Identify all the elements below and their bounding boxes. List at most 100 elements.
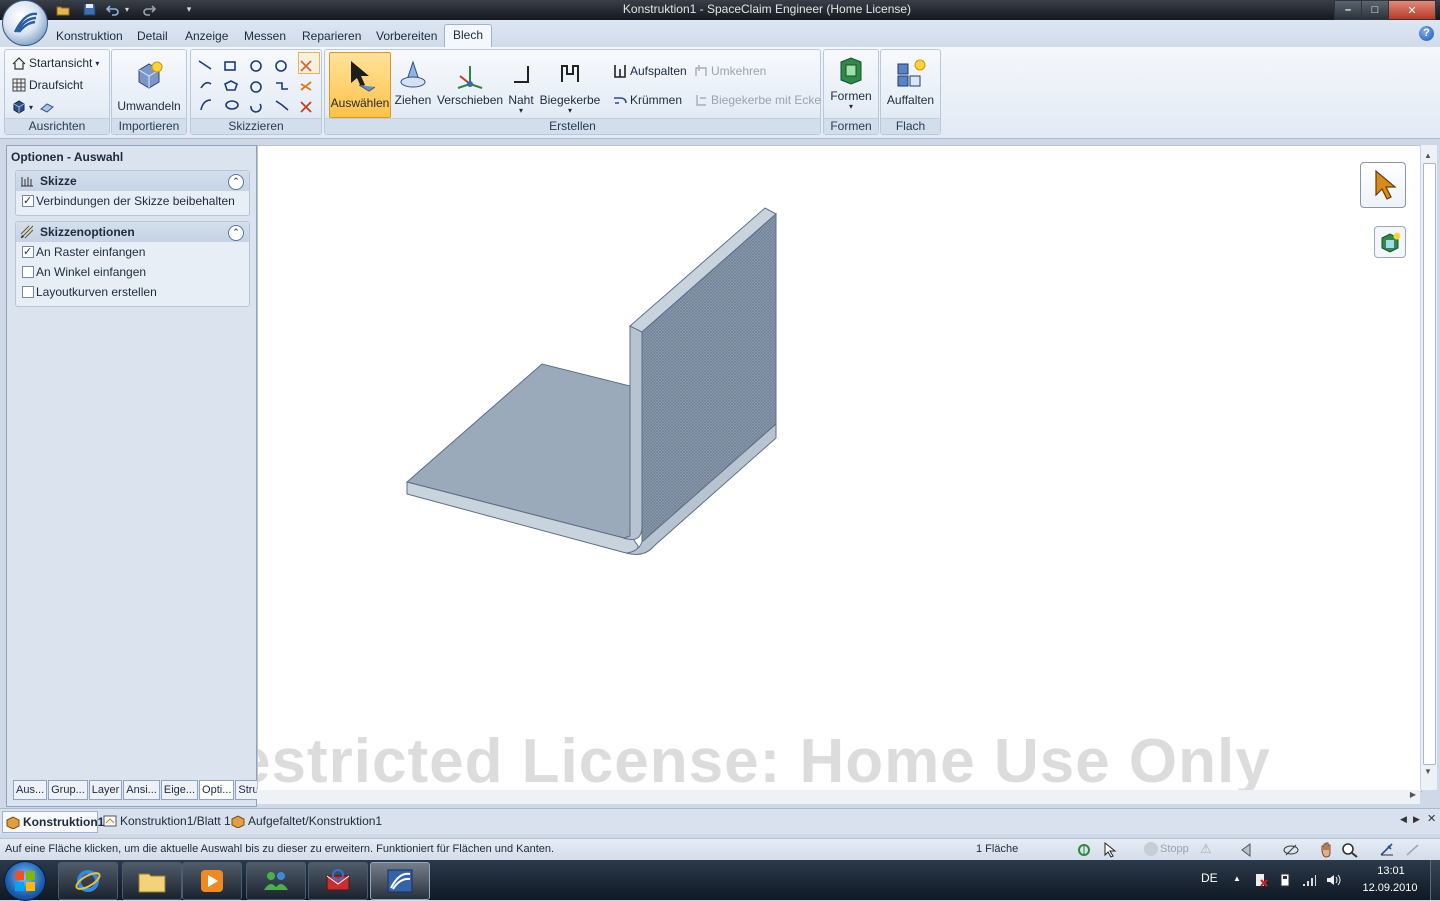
open-icon[interactable]: [54, 1, 72, 18]
scroll-up-icon[interactable]: ▲: [1424, 151, 1432, 160]
doctab-aufgefaltet[interactable]: Aufgefaltet/Konstruktion1: [228, 811, 394, 831]
biegekerbe-button[interactable]: Biegekerbe ▾: [539, 60, 601, 115]
tab-konstruktion[interactable]: Konstruktion: [48, 26, 131, 46]
tab-next-icon[interactable]: ▶: [1413, 814, 1420, 825]
section-header[interactable]: Skizzenoptionen ⌃: [16, 222, 249, 242]
component-button[interactable]: [1374, 226, 1406, 258]
panel-tab-gruppen[interactable]: Grup...: [48, 780, 88, 800]
checkbox-winkel[interactable]: An Winkel einfangen: [16, 262, 249, 282]
clock-time[interactable]: 13:01: [1366, 865, 1416, 877]
taskbar-spaceclaim[interactable]: [370, 862, 430, 900]
view-cube-button[interactable]: ▾: [12, 100, 54, 114]
language-indicator[interactable]: DE: [1201, 871, 1218, 885]
spaceclaim-logo-icon: [387, 869, 413, 893]
taskbar-messenger[interactable]: [246, 862, 306, 900]
panel-tab-eigenschaften[interactable]: Eige...: [160, 780, 199, 800]
scroll-down-icon[interactable]: ▼: [1424, 767, 1432, 776]
taskbar-ie[interactable]: [58, 862, 118, 900]
vertical-scrollbar[interactable]: ▲ ▼: [1420, 145, 1437, 790]
sketch-options-icon: [20, 225, 34, 239]
section-skizze: Skizze ⌃ Verbindungen der Skizze beibeha…: [15, 170, 250, 216]
start-button[interactable]: [4, 861, 46, 901]
component-icon: [1381, 232, 1401, 253]
action-center-icon[interactable]: [1253, 872, 1269, 888]
tab-reparieren[interactable]: Reparieren: [294, 26, 369, 46]
checkbox-raster[interactable]: An Raster einfangen: [16, 242, 249, 262]
scroll-right-icon[interactable]: ▶: [1410, 790, 1416, 799]
checkbox-icon[interactable]: [22, 242, 34, 262]
trim-button[interactable]: [298, 52, 320, 74]
tab-anzeige[interactable]: Anzeige: [177, 26, 236, 46]
app-menu-button[interactable]: [2, 0, 48, 46]
auffalten-button[interactable]: Auffalten: [881, 58, 940, 107]
help-icon[interactable]: ?: [1419, 26, 1434, 41]
tab-blech[interactable]: Blech: [444, 24, 493, 48]
draufsicht-button[interactable]: Draufsicht: [12, 78, 83, 92]
startansicht-button[interactable]: Startansicht ▾: [12, 56, 99, 70]
tray-expand-icon[interactable]: ▲: [1233, 874, 1241, 883]
zoom-icon[interactable]: [1341, 842, 1359, 858]
convert-icon: [138, 61, 163, 89]
checkbox-verbindungen[interactable]: Verbindungen der Skizze beibehalten: [16, 191, 249, 211]
tab-vorbereiten[interactable]: Vorbereiten: [368, 26, 445, 46]
stop-button[interactable]: Stopp: [1144, 842, 1189, 856]
panel-tab-layer[interactable]: Layer: [88, 780, 123, 800]
volume-icon[interactable]: [1325, 872, 1341, 888]
ziehen-button[interactable]: Ziehen: [391, 60, 435, 107]
network-icon[interactable]: [1301, 872, 1317, 888]
select-tool-button[interactable]: [1360, 162, 1406, 208]
usb-icon[interactable]: [1277, 872, 1293, 888]
umkehren-button[interactable]: Umkehren: [694, 64, 766, 78]
undo-icon[interactable]: [104, 1, 122, 18]
warning-icon[interactable]: ⚠: [1200, 841, 1212, 857]
dropdown-icon[interactable]: ▾: [122, 1, 132, 18]
redo-icon[interactable]: [140, 1, 158, 18]
kruemmen-button[interactable]: Krümmen: [613, 93, 682, 107]
3d-viewport[interactable]: estricted License: Home Use Only: [257, 145, 1422, 792]
naht-button[interactable]: Naht ▾: [505, 60, 537, 115]
select-mode-icon[interactable]: [1076, 842, 1092, 858]
collapse-icon[interactable]: ⌃: [228, 225, 244, 241]
pan-hand-icon[interactable]: [1318, 841, 1336, 859]
cursor-icon[interactable]: [1102, 842, 1118, 858]
checkbox-icon[interactable]: [22, 191, 34, 211]
close-button[interactable]: ✕: [1388, 0, 1436, 20]
spin-icon[interactable]: [1282, 842, 1300, 858]
sheet-metal-part[interactable]: [258, 146, 1421, 791]
section-mode-icon[interactable]: [1404, 842, 1422, 858]
tab-detail[interactable]: Detail: [129, 26, 176, 46]
clock-date[interactable]: 12.09.2010: [1354, 882, 1426, 894]
taskbar-explorer[interactable]: [122, 862, 182, 900]
collapse-icon[interactable]: ⌃: [228, 174, 244, 190]
auswaehlen-button[interactable]: Auswählen: [329, 52, 391, 118]
biegekerbe-mit-ecke-button[interactable]: Biegekerbe mit Ecke: [694, 93, 821, 107]
section-header[interactable]: Skizze ⌃: [16, 171, 249, 191]
taskbar-mail[interactable]: [308, 862, 368, 900]
maximize-button[interactable]: □: [1361, 0, 1389, 20]
checkbox-icon[interactable]: [22, 266, 34, 278]
tab-messen[interactable]: Messen: [236, 26, 294, 46]
panel-tab-optionen[interactable]: Opti...: [199, 780, 235, 800]
formen-button[interactable]: Formen ▾: [824, 56, 878, 111]
show-desktop-button[interactable]: [1430, 860, 1440, 900]
minimize-button[interactable]: –: [1334, 0, 1362, 20]
customize-icon[interactable]: ▾: [180, 1, 198, 18]
scroll-thumb[interactable]: [1423, 163, 1436, 765]
panel-tab-auswahl[interactable]: Aus...: [13, 780, 48, 800]
checkbox-icon[interactable]: [22, 286, 34, 298]
tab-prev-icon[interactable]: ◀: [1400, 814, 1407, 825]
aufspalten-button[interactable]: Aufspalten: [613, 64, 687, 78]
close-doc-icon[interactable]: ✕: [1427, 812, 1436, 825]
verschieben-button[interactable]: Verschieben: [437, 60, 503, 107]
doctab-konstruktion1[interactable]: Konstruktion1: [2, 811, 104, 833]
panel-tab-ansicht[interactable]: Ansi...: [123, 780, 160, 800]
horizontal-scrollbar[interactable]: ▶: [257, 790, 1420, 804]
taskbar-media-player[interactable]: [182, 862, 242, 900]
doctab-blatt1[interactable]: Konstruktion1/Blatt 1: [100, 811, 238, 831]
sketch-mode-icon[interactable]: [1379, 842, 1397, 858]
umwandeln-button[interactable]: Umwandeln: [112, 60, 186, 113]
view-tool-icon[interactable]: [1240, 842, 1258, 858]
panel-title: Optionen - Auswahl: [11, 150, 124, 164]
checkbox-layoutkurven[interactable]: Layoutkurven erstellen: [16, 282, 249, 302]
save-icon[interactable]: [80, 1, 98, 18]
